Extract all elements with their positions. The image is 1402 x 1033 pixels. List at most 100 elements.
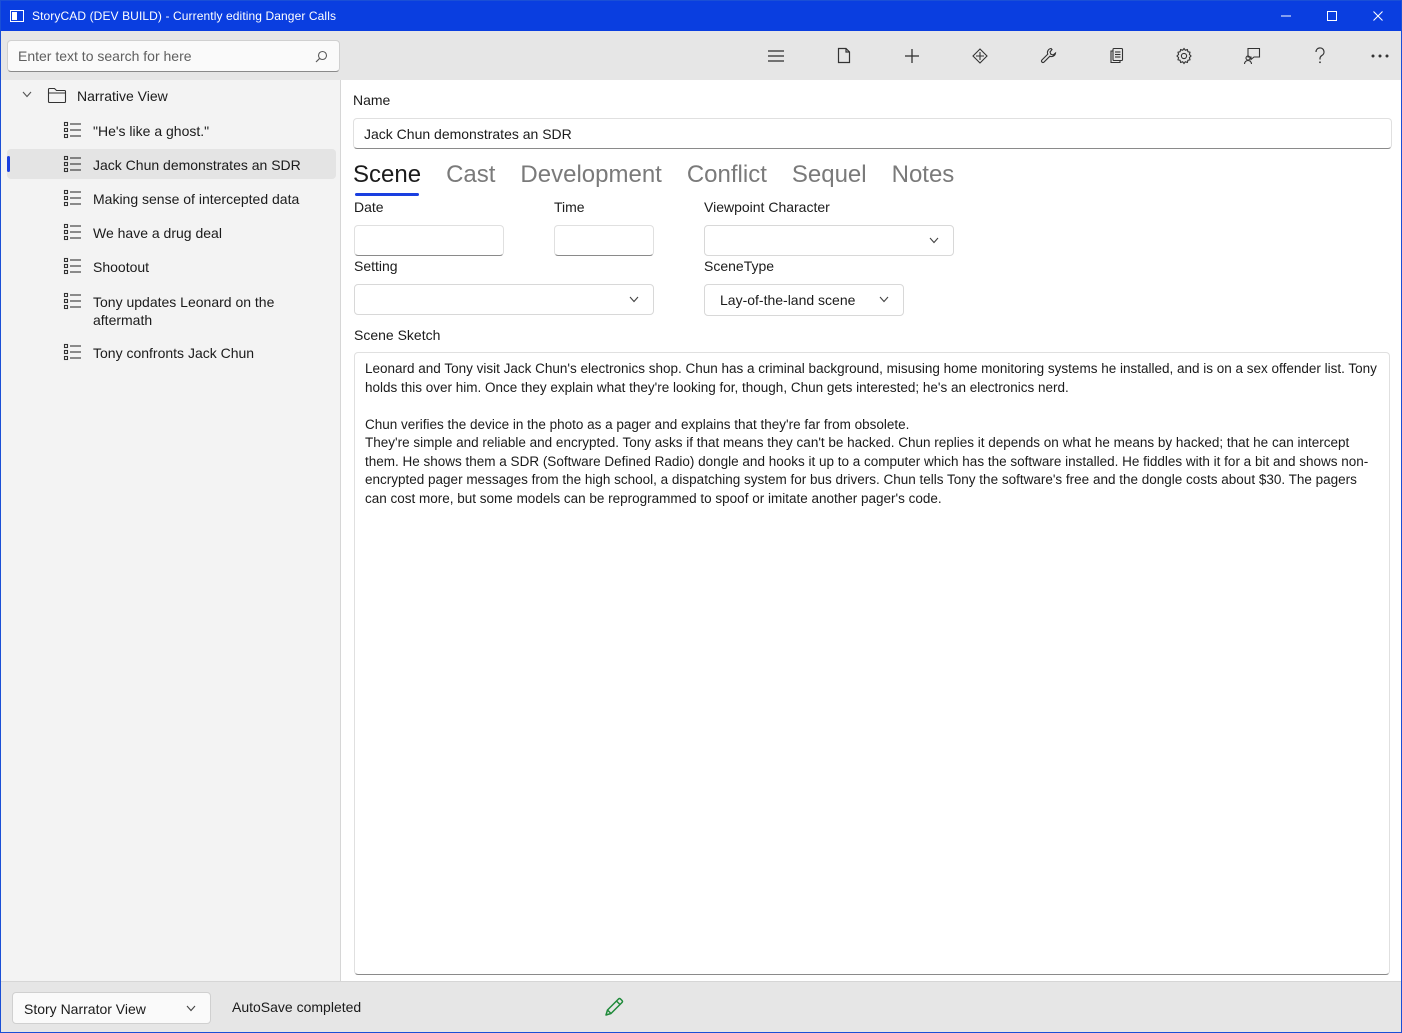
scene-editor: Name Scene Cast Development Conflict Sequel N… (342, 80, 1401, 981)
move-element-button[interactable] (946, 31, 1014, 80)
title-bar: StoryCAD (DEV BUILD) - Currently editing… (1, 1, 1401, 31)
scene-type-label: SceneType (704, 258, 775, 274)
chevron-down-icon (879, 296, 889, 303)
tree-item-label: We have a drug deal (93, 225, 222, 241)
date-field-box (354, 225, 504, 256)
window-title: StoryCAD (DEV BUILD) - Currently editing… (32, 9, 337, 23)
search-input[interactable] (8, 41, 339, 71)
tab-scene[interactable]: Scene (353, 160, 421, 196)
name-input[interactable] (354, 119, 1391, 148)
time-label: Time (554, 199, 585, 215)
status-bar: Story Narrator View AutoSave completed (1, 981, 1401, 1032)
help-icon (1315, 47, 1325, 64)
tools-icon (1040, 47, 1056, 64)
status-message: AutoSave completed (232, 999, 362, 1015)
reports-icon (1109, 47, 1123, 64)
move-icon (972, 47, 988, 64)
feedback-icon (1243, 47, 1261, 64)
tree-item-scene[interactable]: "He's like a ghost." (7, 115, 336, 145)
scene-type-dropdown[interactable]: Lay-of-the-land scene (704, 284, 904, 316)
add-element-button[interactable] (878, 31, 946, 80)
tree-item-scene[interactable]: Shootout (7, 251, 336, 281)
command-bar (1, 31, 1401, 80)
scene-list-icon (63, 189, 81, 207)
app-icon (10, 10, 24, 22)
scene-tabs: Scene Cast Development Conflict Sequel Notes (353, 160, 979, 196)
new-file-button[interactable] (810, 31, 878, 80)
window-controls (1263, 1, 1401, 31)
chevron-down-icon (629, 296, 639, 303)
tree-item-label: Tony confronts Jack Chun (93, 345, 255, 361)
scene-list-icon (63, 292, 81, 310)
toolbar (742, 31, 1401, 80)
date-label: Date (354, 199, 384, 215)
chevron-down-icon (929, 237, 939, 244)
app-window: StoryCAD (DEV BUILD) - Currently editing… (0, 0, 1402, 1033)
name-label: Name (353, 92, 391, 108)
scene-list-icon (63, 223, 81, 241)
name-field-box (353, 118, 1392, 149)
reports-button[interactable] (1082, 31, 1150, 80)
navigation-pane: Narrative View "He's like a ghost." Jack … (1, 80, 341, 981)
tab-cast[interactable]: Cast (446, 160, 495, 196)
settings-icon (1176, 47, 1192, 64)
tree-root-narrative-view[interactable]: Narrative View (1, 80, 341, 112)
tree-item-label: Tony updates Leonard on the aftermath (93, 294, 275, 328)
tree-item-label: Shootout (93, 259, 150, 275)
close-button[interactable] (1355, 1, 1401, 31)
tree-item-label: Jack Chun demonstrates an SDR (93, 157, 301, 173)
more-options-button[interactable] (1354, 31, 1401, 80)
preferences-button[interactable] (1150, 31, 1218, 80)
tree-item-scene[interactable]: We have a drug deal (7, 217, 336, 247)
time-field-box (554, 225, 654, 256)
tree-item-label: "He's like a ghost." (93, 123, 210, 139)
sketch-paragraph: Leonard and Tony visit Jack Chun's elect… (365, 361, 1377, 395)
scene-list-icon (63, 343, 81, 361)
tab-sequel[interactable]: Sequel (792, 160, 867, 196)
view-mode-value: Story Narrator View (24, 1001, 146, 1017)
tab-notes[interactable]: Notes (892, 160, 955, 196)
tab-development[interactable]: Development (520, 160, 661, 196)
maximize-button[interactable] (1309, 1, 1355, 31)
selection-indicator (7, 156, 10, 172)
menu-button[interactable] (742, 31, 810, 80)
hamburger-menu-icon (768, 49, 784, 62)
scene-type-value: Lay-of-the-land scene (720, 292, 856, 308)
tree-item-scene[interactable]: Jack Chun demonstrates an SDR (7, 149, 336, 179)
viewpoint-character-label: Viewpoint Character (704, 199, 830, 215)
chevron-down-icon[interactable] (22, 91, 32, 98)
tree-item-scene[interactable]: Making sense of intercepted data (7, 183, 336, 213)
search-box (7, 40, 340, 72)
sketch-paragraph: They're simple and reliable and encrypte… (365, 435, 1369, 506)
folder-icon (47, 87, 67, 104)
tree-item-label: Making sense of intercepted data (93, 191, 300, 207)
maximize-icon (1327, 11, 1337, 21)
scene-sketch-label: Scene Sketch (354, 327, 441, 343)
chevron-down-icon (186, 1005, 196, 1012)
minimize-icon (1281, 15, 1291, 17)
scene-list-icon (63, 121, 81, 139)
tree-root-label: Narrative View (77, 88, 168, 104)
more-icon (1371, 54, 1389, 57)
search-icon[interactable] (315, 50, 328, 63)
tree-item-scene[interactable]: Tony confronts Jack Chun (7, 337, 336, 367)
date-input[interactable] (355, 226, 503, 255)
setting-label: Setting (354, 258, 398, 274)
scene-list-icon (63, 155, 81, 173)
viewpoint-character-dropdown[interactable] (704, 225, 954, 256)
minimize-button[interactable] (1263, 1, 1309, 31)
new-file-icon (837, 47, 851, 64)
time-input[interactable] (555, 226, 653, 255)
help-button[interactable] (1286, 31, 1354, 80)
setting-dropdown[interactable] (354, 284, 654, 315)
scene-list-icon (63, 257, 81, 275)
add-icon (905, 48, 919, 63)
scene-sketch-textarea[interactable]: Leonard and Tony visit Jack Chun's elect… (354, 352, 1390, 975)
tools-button[interactable] (1014, 31, 1082, 80)
view-mode-dropdown[interactable]: Story Narrator View (12, 992, 211, 1024)
tab-conflict[interactable]: Conflict (687, 160, 767, 196)
pencil-edit-icon (605, 997, 624, 1016)
sketch-paragraph: Chun verifies the device in the photo as… (365, 416, 910, 432)
tree-item-scene[interactable]: Tony updates Leonard on the aftermath (7, 286, 336, 332)
feedback-button[interactable] (1218, 31, 1286, 80)
